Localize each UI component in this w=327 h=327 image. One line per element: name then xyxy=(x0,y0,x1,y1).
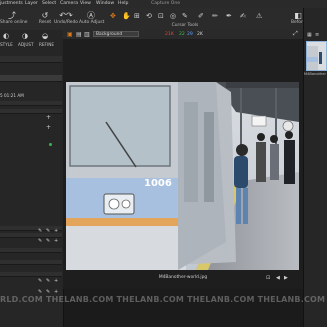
rotate-tool-icon[interactable]: ⟲ xyxy=(146,12,152,20)
undo-redo-button[interactable]: ↶↷ Undo/Redo xyxy=(54,11,78,25)
auto-adjust-button[interactable]: Ⓐ Auto Adjust xyxy=(79,11,105,25)
menu-camera[interactable]: Camera xyxy=(60,1,78,6)
import-timestamp: 5 01:21 AM xyxy=(0,93,24,98)
menu-adjustments[interactable]: justments xyxy=(0,1,23,6)
status-indicator xyxy=(49,143,52,146)
reset-label: Reset xyxy=(38,20,52,25)
rgb-green-readout: 22 xyxy=(179,31,185,37)
toolbar: ⤴ Share online ↺ Reset ↶↷ Undo/Redo Ⓐ Au… xyxy=(0,8,327,31)
k-readout: 2K xyxy=(197,31,203,37)
tab-style[interactable]: STYLE xyxy=(0,42,13,47)
edit-icon[interactable]: ✎ xyxy=(38,238,42,244)
undo-redo-label: Undo/Redo xyxy=(54,20,78,25)
panel-row[interactable] xyxy=(0,226,62,231)
add-icon[interactable]: + xyxy=(46,114,51,121)
thumbnail-label: M4Banother xyxy=(304,72,326,76)
menu-layer[interactable]: Layer xyxy=(25,1,38,6)
rgb-blue-readout: 29 xyxy=(187,31,193,37)
edit-icon[interactable]: ✎ xyxy=(38,228,42,234)
edit-icon[interactable]: ✎ xyxy=(46,228,50,234)
picker-tool-icon[interactable]: ✎ xyxy=(182,12,188,20)
warning-icon[interactable]: ⚠ xyxy=(256,12,262,20)
multi-view-icon[interactable]: ▤ xyxy=(76,31,82,38)
prev-icon[interactable]: ◀ xyxy=(276,275,280,281)
auto-adjust-label: Auto Adjust xyxy=(79,20,105,25)
panel-row[interactable] xyxy=(0,248,62,253)
annotate-tool-icon[interactable]: ✍ xyxy=(240,12,246,20)
fullscreen-icon[interactable]: ⤢ xyxy=(293,30,298,38)
add-icon[interactable]: + xyxy=(54,278,58,284)
adjust-icon[interactable]: ◑ xyxy=(22,32,28,40)
add-icon[interactable]: + xyxy=(54,228,58,234)
compare-icon[interactable]: ▥ xyxy=(84,31,90,38)
tab-refine[interactable]: REFINE xyxy=(39,42,54,47)
share-icon: ⤴ xyxy=(8,11,16,20)
edit-icon[interactable]: ✎ xyxy=(46,278,50,284)
photo[interactable]: 1006 xyxy=(66,82,299,270)
reset-icon: ↺ xyxy=(41,11,49,20)
left-panel: ◐ ◑ ◒ STYLE ADJUST REFINE 5 01:21 AM + +… xyxy=(0,30,64,327)
keystone-tool-icon[interactable]: ⊡ xyxy=(158,12,164,20)
pan-tool-icon[interactable]: ✋ xyxy=(122,12,131,20)
rgb-red-readout: 21K xyxy=(165,31,174,37)
panel-row-selected[interactable] xyxy=(0,75,62,82)
add-icon[interactable]: + xyxy=(54,238,58,244)
menu-window[interactable]: Window xyxy=(96,1,114,6)
cursor-tools-label: Cursor Tools xyxy=(171,23,199,28)
panel-row[interactable] xyxy=(0,233,62,238)
undo-redo-icon: ↶↷ xyxy=(59,11,73,20)
train-number: 1006 xyxy=(144,178,172,189)
panel-row[interactable] xyxy=(0,101,62,106)
eraser-tool-icon[interactable]: ✏ xyxy=(212,12,218,20)
panel-row[interactable] xyxy=(0,56,62,63)
gradient-tool-icon[interactable]: ✒ xyxy=(226,12,232,20)
panel-row[interactable] xyxy=(0,260,62,265)
browser-icon[interactable]: ▦ xyxy=(307,32,312,38)
edit-icon[interactable]: ✎ xyxy=(46,238,50,244)
thumbnail[interactable] xyxy=(306,41,327,71)
app-title: Capture One xyxy=(151,1,181,6)
menu-bar: justments Layer Select Camera View Windo… xyxy=(0,0,327,8)
share-online-button[interactable]: ⤴ Share online xyxy=(0,11,28,25)
edit-icon[interactable]: ✎ xyxy=(38,278,42,284)
add-icon[interactable]: + xyxy=(46,124,51,131)
menu-icon[interactable]: ≡ xyxy=(315,32,319,38)
panel-row[interactable] xyxy=(0,272,62,277)
menu-select[interactable]: Select xyxy=(42,1,56,6)
auto-adjust-icon: Ⓐ xyxy=(87,11,95,20)
train-photo-drawing: 1006 xyxy=(66,82,299,270)
thumbnail-drawing xyxy=(307,42,326,70)
menu-help[interactable]: Help xyxy=(118,1,128,6)
reset-button[interactable]: ↺ Reset xyxy=(38,11,52,25)
background-select[interactable]: Background xyxy=(93,31,139,37)
watermark-text: RLD.COM THELANB.COM THELANB.COM THELANB.… xyxy=(0,295,327,304)
style-icon[interactable]: ◐ xyxy=(3,32,9,40)
viewer-toolbar: ▣ ▤ ▥ Background 21K 22 29 2K ⤢ xyxy=(63,30,303,39)
crop-tool-icon[interactable]: ⊞ xyxy=(134,12,140,20)
refine-icon[interactable]: ◒ xyxy=(42,32,48,40)
tab-adjust[interactable]: ADJUST xyxy=(18,42,34,47)
spot-tool-icon[interactable]: ◎ xyxy=(170,12,176,20)
brush-tool-icon[interactable]: ✐ xyxy=(198,12,204,20)
move-tool-icon[interactable]: ✥ xyxy=(110,12,116,20)
next-icon[interactable]: ▶ xyxy=(284,275,288,281)
zoom-icon[interactable]: ⊡ xyxy=(266,275,270,281)
viewer-mode-icon[interactable]: ▣ xyxy=(67,31,73,38)
share-label: Share online xyxy=(0,20,28,25)
panel-row[interactable] xyxy=(0,109,62,114)
menu-view[interactable]: View xyxy=(80,1,91,6)
